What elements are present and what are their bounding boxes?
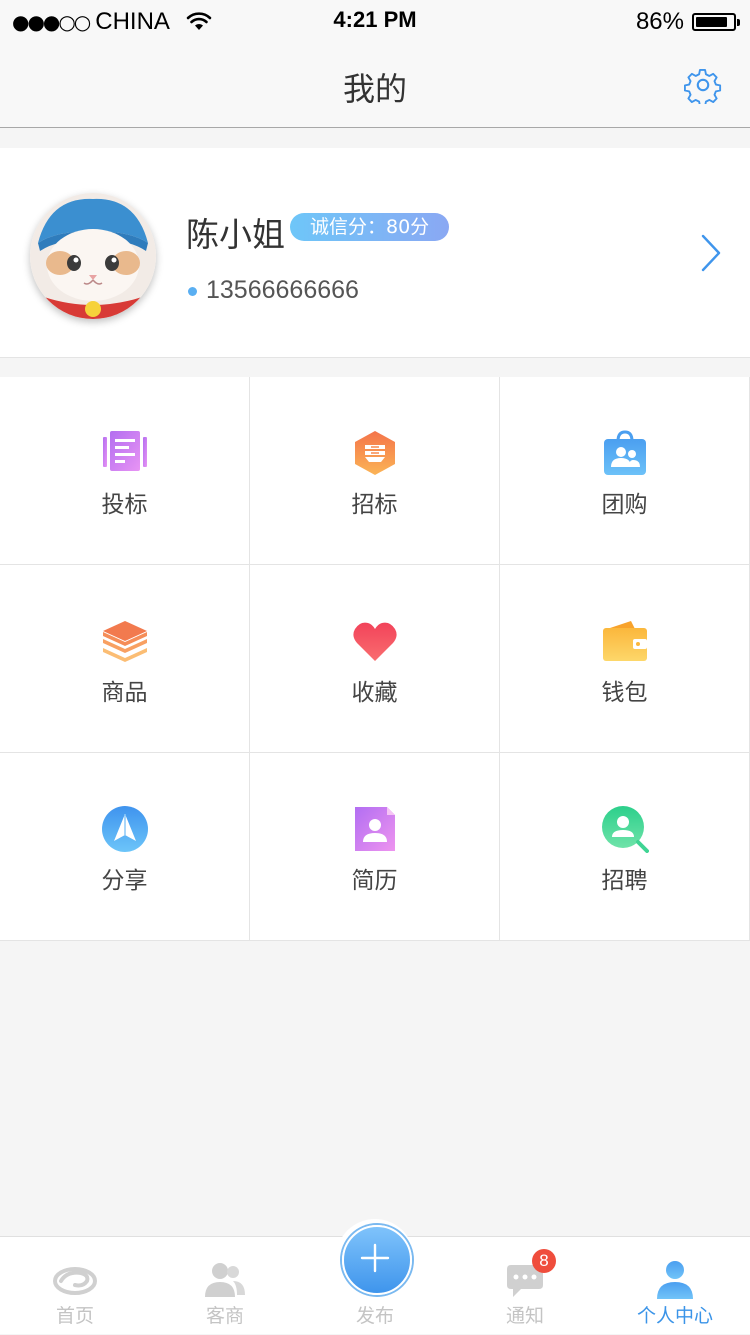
user-phone: 13566666666 <box>206 276 359 304</box>
tab-bar: 首页 客商 发布 8 通知 个人中心 <box>0 1219 750 1335</box>
home-icon <box>53 1267 97 1295</box>
share-icon <box>101 806 148 852</box>
grid-item-resume[interactable]: 简历 <box>250 753 500 941</box>
cat-avatar-icon <box>30 193 156 319</box>
tab-profile[interactable]: 个人中心 <box>600 1237 750 1335</box>
grid-item-share[interactable]: 分享 <box>0 753 250 941</box>
grid-item-label: 商品 <box>101 680 148 706</box>
tab-home[interactable]: 首页 <box>0 1237 150 1335</box>
grid-item-label: 团购 <box>601 492 648 518</box>
grid-item-bid[interactable]: 投标 <box>0 377 250 565</box>
tab-label: 个人中心 <box>636 1305 713 1327</box>
battery-icon <box>692 13 740 31</box>
grid-item-label: 投标 <box>101 492 148 518</box>
tab-label: 客商 <box>205 1305 244 1327</box>
plus-icon <box>360 1243 390 1273</box>
function-grid: 投标 招标 团购 商品 收藏 钱包 分享 简历 招聘 <box>0 377 750 941</box>
credit-score-badge: 诚信分：80分 <box>290 213 450 241</box>
goods-icon <box>102 621 147 662</box>
battery-level <box>696 17 727 27</box>
grid-item-label: 招标 <box>351 492 398 518</box>
nav-bar: 我的 <box>0 44 750 128</box>
tab-notifications[interactable]: 8 通知 <box>450 1237 600 1335</box>
notification-badge: 8 <box>532 1249 556 1273</box>
contacts-icon <box>205 1263 245 1297</box>
user-icon <box>657 1261 693 1299</box>
grid-item-recruit[interactable]: 招聘 <box>500 753 750 941</box>
status-right: 86% <box>635 8 740 36</box>
grid-item-wallet[interactable]: 钱包 <box>500 565 750 753</box>
tab-label: 通知 <box>505 1305 544 1327</box>
grid-item-favorites[interactable]: 收藏 <box>250 565 500 753</box>
battery-percent: 86% <box>635 8 684 35</box>
publish-button[interactable] <box>342 1225 412 1295</box>
chevron-right-icon[interactable] <box>700 233 722 273</box>
gear-icon[interactable] <box>684 66 722 104</box>
tab-label: 首页 <box>55 1305 94 1327</box>
group-buy-icon <box>603 430 646 475</box>
tab-label: 发布 <box>355 1305 394 1327</box>
grid-item-label: 钱包 <box>601 680 648 706</box>
status-bar: ●●●○○ CHINA 4:21 PM 86% <box>0 0 750 44</box>
wallet-icon <box>602 621 647 661</box>
profile-card[interactable]: 陈小姐 诚信分：80分 13566666666 <box>0 148 750 358</box>
heart-icon <box>352 622 397 661</box>
avatar[interactable] <box>30 193 156 319</box>
grid-item-group-buy[interactable]: 团购 <box>500 377 750 565</box>
tender-icon <box>354 431 395 475</box>
resume-icon <box>354 807 395 851</box>
grid-item-label: 招聘 <box>601 868 648 894</box>
bid-icon <box>102 431 147 471</box>
grid-item-label: 简历 <box>351 868 398 894</box>
tab-contacts[interactable]: 客商 <box>150 1237 300 1335</box>
user-name: 陈小姐 <box>186 215 285 254</box>
tab-publish[interactable]: 发布 <box>300 1219 450 1335</box>
phone-dot-icon <box>188 287 197 296</box>
grid-item-label: 收藏 <box>351 680 398 706</box>
grid-item-tender[interactable]: 招标 <box>250 377 500 565</box>
page-title: 我的 <box>342 70 407 108</box>
recruit-icon <box>601 806 649 853</box>
battery-cap <box>737 19 740 26</box>
grid-item-label: 分享 <box>101 868 148 894</box>
grid-item-goods[interactable]: 商品 <box>0 565 250 753</box>
